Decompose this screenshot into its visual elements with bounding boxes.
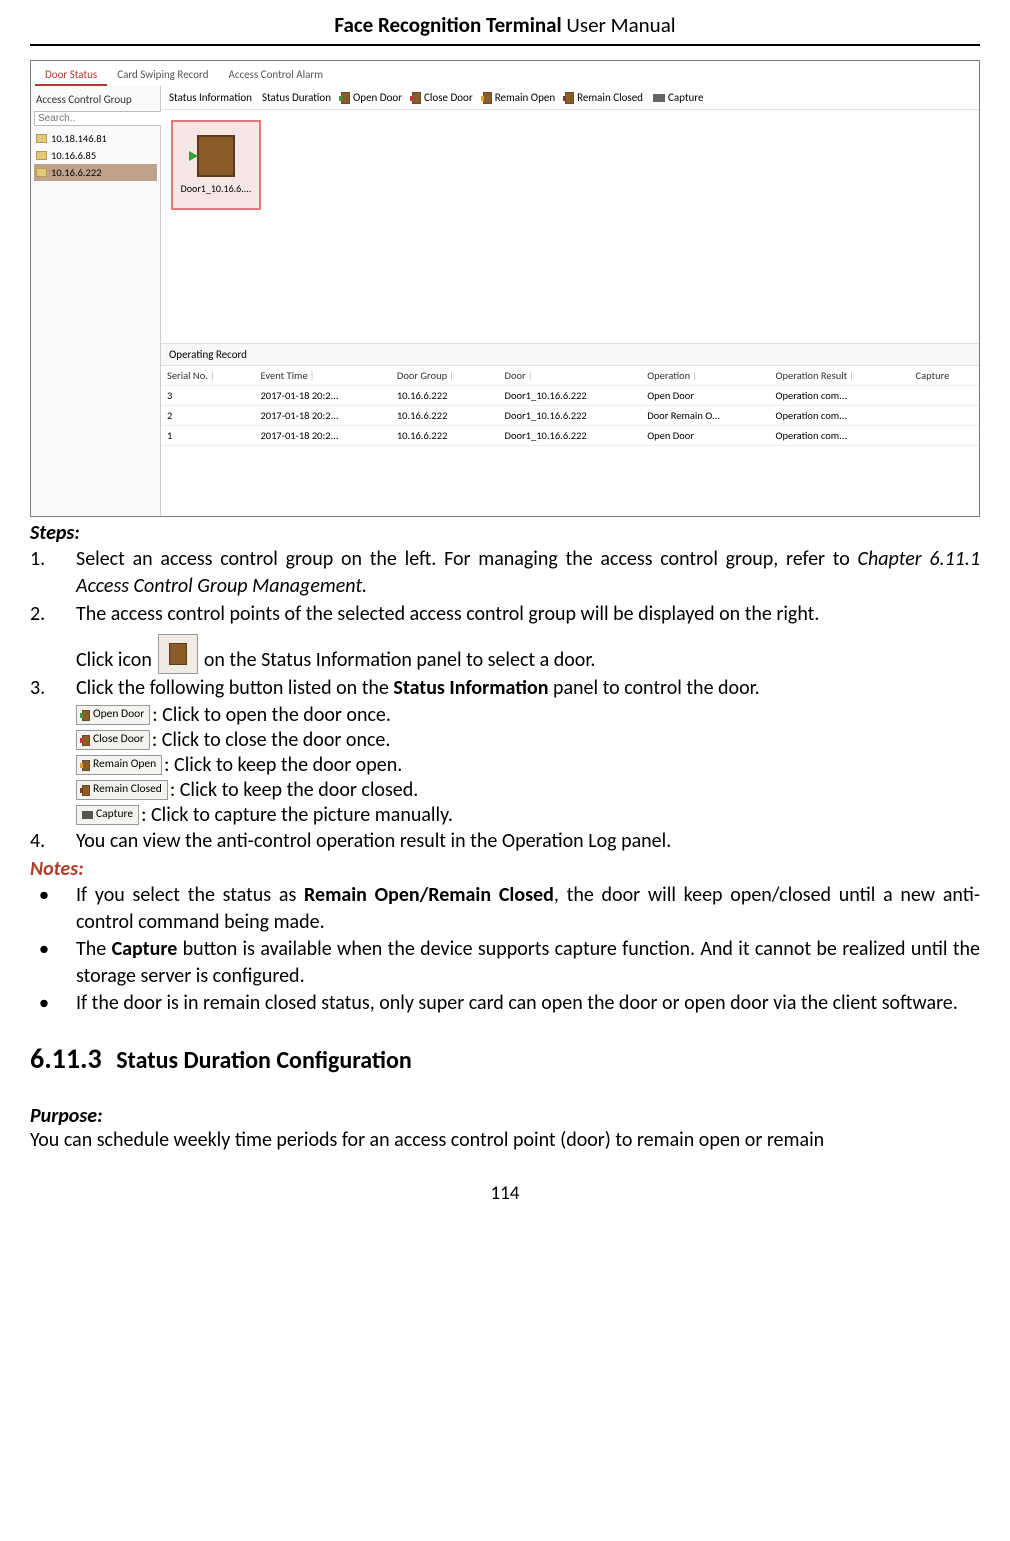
notes-heading: Notes: bbox=[30, 857, 980, 881]
th-door: Door| bbox=[498, 366, 641, 386]
purpose-heading: Purpose: bbox=[30, 1104, 980, 1128]
table-row: 22017-01-18 20:2...10.16.6.222Door1_10.1… bbox=[161, 406, 979, 426]
th-event-time: Event Time| bbox=[254, 366, 390, 386]
th-operation: Operation| bbox=[641, 366, 769, 386]
table-row: 32017-01-18 20:2...10.16.6.222Door1_10.1… bbox=[161, 386, 979, 406]
folder-icon bbox=[36, 134, 47, 143]
tab-alarm[interactable]: Access Control Alarm bbox=[219, 65, 334, 86]
th-capture: Capture bbox=[910, 366, 980, 386]
sidebar-folder-active[interactable]: 10.16.6.222 bbox=[34, 164, 157, 181]
toolbar-status-info[interactable]: Status Information bbox=[169, 91, 252, 104]
page-header: Face Recognition Terminal User Manual bbox=[30, 12, 980, 46]
header-title-rest: User Manual bbox=[562, 12, 676, 38]
sidebar-folder[interactable]: 10.18.146.81 bbox=[34, 130, 157, 147]
tab-door-status[interactable]: Door Status bbox=[35, 65, 107, 86]
purpose-body: You can schedule weekly time periods for… bbox=[30, 1128, 980, 1152]
note-2: ● The Capture button is available when t… bbox=[30, 936, 980, 989]
steps-heading: Steps: bbox=[30, 521, 980, 545]
folder-label: 10.16.6.85 bbox=[51, 149, 96, 162]
step-4: 4. You can view the anti-control operati… bbox=[30, 828, 980, 855]
note-1: ● If you select the status as Remain Ope… bbox=[30, 882, 980, 935]
toolbar-capture[interactable]: Capture bbox=[653, 91, 704, 104]
page-number: 114 bbox=[30, 1182, 980, 1205]
door-remain-open-icon bbox=[483, 92, 492, 104]
folder-label: 10.16.6.222 bbox=[51, 166, 102, 179]
sidebar: Access Control Group 🔍 10.18.146.81 10.1… bbox=[31, 86, 161, 516]
step-1: 1. Select an access control group on the… bbox=[30, 546, 980, 600]
step-2: 2. The access control points of the sele… bbox=[30, 601, 980, 674]
camera-icon bbox=[653, 94, 665, 102]
folder-label: 10.18.146.81 bbox=[51, 132, 107, 145]
th-op-result: Operation Result| bbox=[770, 366, 910, 386]
table-row: 12017-01-18 20:2...10.16.6.222Door1_10.1… bbox=[161, 426, 979, 446]
search-input[interactable] bbox=[34, 111, 174, 126]
door-card-label: Door1_10.16.6.... bbox=[181, 182, 252, 195]
door-remain-closed-icon bbox=[565, 92, 574, 104]
folder-icon bbox=[36, 151, 47, 160]
th-serial: Serial No.| bbox=[161, 366, 254, 386]
tab-card-swiping[interactable]: Card Swiping Record bbox=[107, 65, 218, 86]
th-door-group: Door Group| bbox=[391, 366, 499, 386]
step-3: 3. Click the following button listed on … bbox=[30, 675, 980, 702]
folder-icon bbox=[36, 168, 47, 177]
btn-close-door-desc: Close Door: Click to close the door once… bbox=[76, 728, 980, 752]
door-close-icon bbox=[412, 92, 421, 104]
section-title: Status Duration Configuration bbox=[116, 1046, 412, 1075]
toolbar-status-dur[interactable]: Status Duration bbox=[262, 91, 331, 104]
btn-remain-closed-desc: Remain Closed: Click to keep the door cl… bbox=[76, 778, 980, 802]
toolbar-remain-closed[interactable]: Remain Closed bbox=[565, 91, 643, 104]
toolbar-open-door[interactable]: Open Door bbox=[341, 91, 402, 104]
door-icon-inline bbox=[158, 634, 198, 674]
door-open-icon bbox=[341, 92, 350, 104]
operating-record-title: Operating Record bbox=[161, 343, 979, 366]
btn-capture-desc: Capture: Click to capture the picture ma… bbox=[76, 803, 980, 827]
section-number: 6.11.3 bbox=[30, 1041, 102, 1076]
btn-open-door-desc: Open Door: Click to open the door once. bbox=[76, 703, 980, 727]
door-card[interactable]: Door1_10.16.6.... bbox=[171, 120, 261, 210]
app-screenshot: Door Status Card Swiping Record Access C… bbox=[30, 60, 980, 517]
sidebar-title: Access Control Group bbox=[34, 90, 157, 110]
toolbar-remain-open[interactable]: Remain Open bbox=[483, 91, 555, 104]
door-icon bbox=[197, 135, 235, 177]
header-title-bold: Face Recognition Terminal bbox=[334, 12, 561, 38]
toolbar-close-door[interactable]: Close Door bbox=[412, 91, 473, 104]
note-3: ● If the door is in remain closed status… bbox=[30, 990, 980, 1017]
operating-record-table: Serial No.| Event Time| Door Group| Door… bbox=[161, 366, 979, 446]
section-heading: 6.11.3 Status Duration Configuration bbox=[30, 1041, 980, 1076]
sidebar-folder[interactable]: 10.16.6.85 bbox=[34, 147, 157, 164]
btn-remain-open-desc: Remain Open: Click to keep the door open… bbox=[76, 753, 980, 777]
